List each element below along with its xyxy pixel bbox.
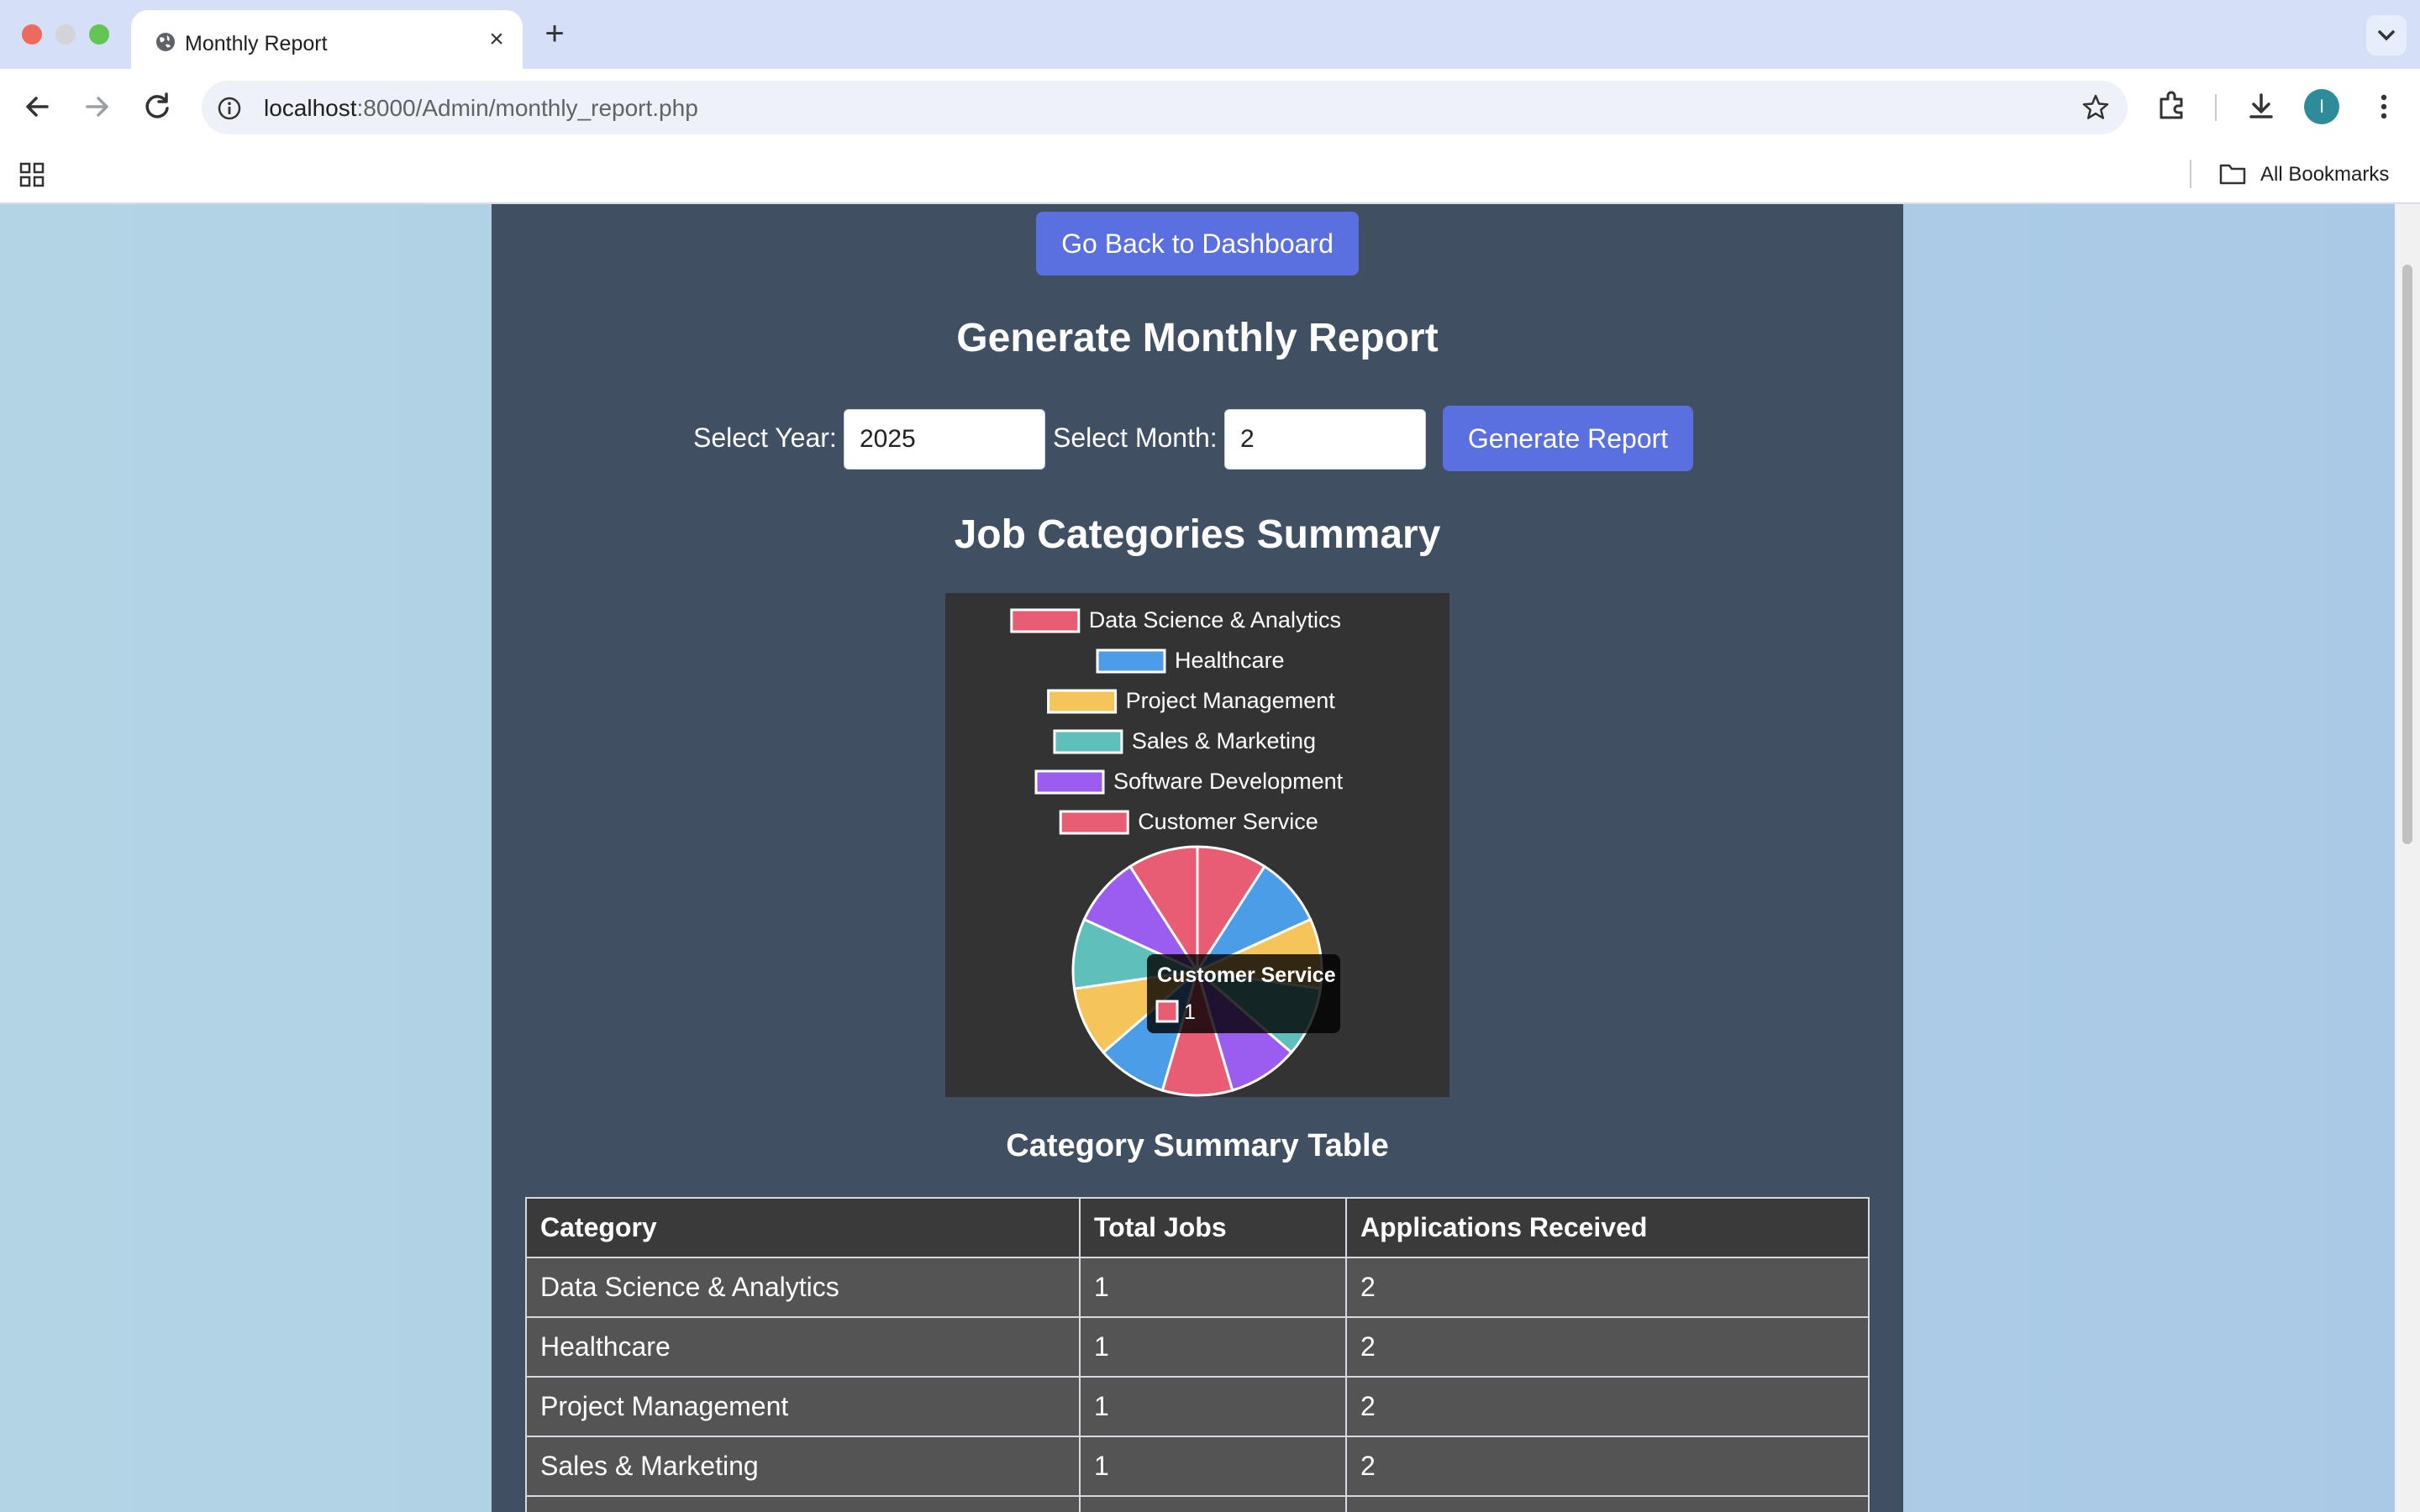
table-header-row: Category Total Jobs Applications Receive…: [525, 1197, 1870, 1258]
more-menu-icon[interactable]: [2365, 87, 2403, 126]
extensions-icon[interactable]: [2153, 87, 2191, 126]
reload-icon[interactable]: [138, 87, 176, 126]
tooltip-title: Customer Service: [1157, 963, 1336, 987]
url-text: localhost:8000/Admin/monthly_report.php: [264, 95, 698, 121]
legend-swatch-data-science-analytics[interactable]: [1010, 608, 1081, 633]
cell-applications: 2: [1345, 1257, 1870, 1318]
browser-tab-bar: Monthly Report × +: [0, 0, 2420, 69]
back-arrow-icon[interactable]: [18, 87, 57, 126]
report-form: Select Year: 2025 Select Month: 2 Genera…: [492, 406, 1903, 471]
table-row: Project Management 1 2: [525, 1376, 1870, 1437]
month-label: Select Month:: [1053, 423, 1218, 453]
legend-swatch-software-development[interactable]: [1034, 769, 1105, 795]
cell-category: [525, 1495, 1081, 1512]
address-bar[interactable]: localhost:8000/Admin/monthly_report.php: [202, 81, 2128, 134]
page-viewport: Go Back to Dashboard Generate Monthly Re…: [0, 204, 2420, 1512]
all-bookmarks-link[interactable]: All Bookmarks: [2260, 163, 2389, 186]
scrollbar-thumb[interactable]: [2402, 265, 2412, 844]
tooltip-swatch: [1155, 1000, 1179, 1023]
cell-applications: 2: [1345, 1376, 1870, 1437]
column-header-applications: Applications Received: [1345, 1197, 1870, 1258]
legend-swatch-customer-service[interactable]: [1059, 810, 1129, 835]
table-row: Healthcare 1 2: [525, 1316, 1870, 1378]
page-scrollbar[interactable]: [2395, 204, 2420, 1512]
categories-heading: Job Categories Summary: [954, 512, 1441, 557]
year-input[interactable]: 2025: [844, 409, 1045, 470]
cell-category: Data Science & Analytics: [525, 1257, 1081, 1318]
legend-label-healthcare[interactable]: Healthcare: [1175, 648, 1285, 673]
bookmarks-bar: All Bookmarks: [0, 144, 2420, 203]
table-row: [525, 1495, 1870, 1512]
category-summary-table: Category Total Jobs Applications Receive…: [525, 1197, 1870, 1512]
cell-category: Sales & Marketing: [525, 1436, 1081, 1497]
column-header-category: Category: [525, 1197, 1081, 1258]
cell-total-jobs: [1079, 1495, 1347, 1512]
year-label: Select Year:: [693, 423, 837, 453]
generate-report-heading: Generate Monthly Report: [956, 316, 1439, 360]
window-minimize-button[interactable]: [55, 24, 76, 45]
cell-category: Project Management: [525, 1376, 1081, 1437]
bookmark-star-icon[interactable]: [2081, 92, 2111, 123]
apps-grid-icon[interactable]: [18, 161, 45, 188]
toolbar-divider: [2215, 94, 2217, 121]
chevron-down-icon: [2378, 30, 2395, 41]
table-heading: Category Summary Table: [1006, 1128, 1389, 1163]
month-input[interactable]: 2: [1224, 409, 1426, 470]
legend-label-customer-service[interactable]: Customer Service: [1138, 809, 1318, 834]
legend-swatch-project-management[interactable]: [1047, 689, 1118, 714]
cell-total-jobs: 1: [1079, 1316, 1347, 1378]
download-icon[interactable]: [2242, 87, 2281, 126]
column-header-total-jobs: Total Jobs: [1079, 1197, 1347, 1258]
window-close-button[interactable]: [22, 24, 42, 45]
report-panel: Go Back to Dashboard Generate Monthly Re…: [492, 204, 1903, 1512]
globe-icon: [156, 33, 175, 51]
browser-tab-active[interactable]: Monthly Report ×: [131, 10, 523, 69]
cell-applications: [1345, 1495, 1870, 1512]
tooltip-value: 1: [1184, 1000, 1196, 1024]
browser-toolbar: localhost:8000/Admin/monthly_report.php …: [0, 69, 2420, 144]
category-pie-chart: Data Science & Analytics Healthcare Projec…: [945, 593, 1449, 1097]
new-tab-icon[interactable]: +: [538, 17, 571, 50]
tab-close-icon[interactable]: ×: [482, 25, 511, 54]
site-info-icon[interactable]: [217, 96, 242, 121]
pie-chart-svg: Data Science & Analytics Healthcare Projec…: [1010, 607, 1344, 1097]
legend-label-data-science-analytics[interactable]: Data Science & Analytics: [1089, 607, 1341, 633]
legend-swatch-healthcare[interactable]: [1096, 648, 1166, 674]
legend-label-sales-marketing[interactable]: Sales & Marketing: [1132, 728, 1316, 753]
cell-total-jobs: 1: [1079, 1257, 1347, 1318]
generate-report-button[interactable]: Generate Report: [1443, 406, 1693, 471]
cell-applications: 2: [1345, 1316, 1870, 1378]
tab-title: Monthly Report: [185, 32, 328, 55]
legend-label-project-management[interactable]: Project Management: [1126, 688, 1336, 713]
go-back-dashboard-button[interactable]: Go Back to Dashboard: [1036, 212, 1359, 276]
table-row: Sales & Marketing 1 2: [525, 1436, 1870, 1497]
cell-category: Healthcare: [525, 1316, 1081, 1378]
profile-avatar[interactable]: I: [2304, 89, 2339, 124]
legend-swatch-sales-marketing[interactable]: [1053, 729, 1123, 754]
tab-search-button[interactable]: [2366, 15, 2407, 55]
table-row: Data Science & Analytics 1 2: [525, 1257, 1870, 1318]
bookmarks-divider: [2190, 160, 2191, 188]
legend-label-software-development[interactable]: Software Development: [1113, 769, 1344, 794]
cell-total-jobs: 1: [1079, 1376, 1347, 1437]
folder-icon[interactable]: [2218, 161, 2247, 186]
cell-total-jobs: 1: [1079, 1436, 1347, 1497]
window-zoom-button[interactable]: [89, 24, 109, 45]
forward-arrow-icon[interactable]: [77, 87, 116, 126]
cell-applications: 2: [1345, 1436, 1870, 1497]
